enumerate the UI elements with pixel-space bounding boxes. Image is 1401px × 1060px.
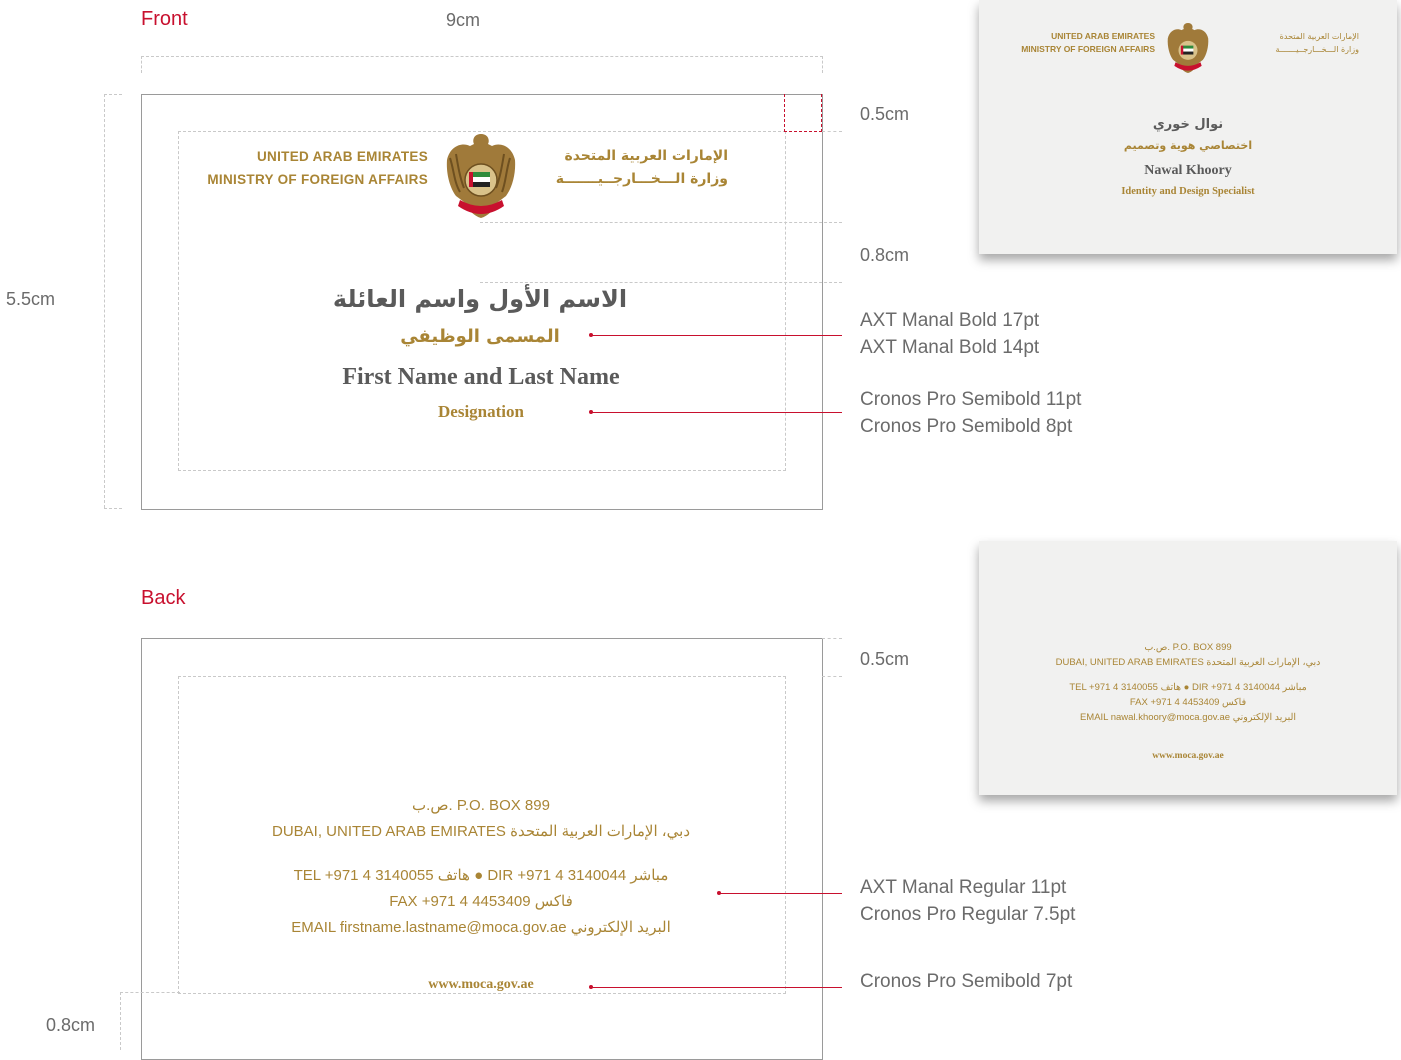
spec-english-fonts: Cronos Pro Semibold 11pt Cronos Pro Semi… <box>860 386 1081 440</box>
sample-brand-en-line2: MINISTRY OF FOREIGN AFFAIRS <box>1021 44 1155 54</box>
back-city: DUBAI, UNITED ARAB EMIRATES دبي، الإمارا… <box>271 823 690 840</box>
gap-guide-top <box>480 222 842 223</box>
back-email: EMAIL firstname.lastname@moca.gov.ae الب… <box>291 919 671 936</box>
spec-line3: Cronos Pro Semibold 11pt <box>860 389 1082 410</box>
brand-ar-block: الإمارات العربية المتحدة وزارة الـــخـــ… <box>532 145 728 191</box>
height-guide-line <box>104 94 105 508</box>
brand-ar-line2: وزارة الـــخـــارجــيـــــــة <box>555 171 728 187</box>
back-spec-address-fonts: AXT Manal Regular 11pt Cronos Pro Regula… <box>860 874 1075 928</box>
sample-brand-ar-line2: وزارة الـــخـــارجــيـــــــة <box>1275 45 1359 54</box>
back-fax: FAX +971 4 4453409 فاكس <box>389 893 573 910</box>
sample-brand-en: UNITED ARAB EMIRATES MINISTRY OF FOREIGN… <box>979 30 1155 56</box>
back-tel: TEL +971 4 3140055 هاتف ● DIR +971 4 314… <box>293 867 669 884</box>
title-arabic: المسمى الوظيفي <box>400 326 560 347</box>
sample-back-tel: TEL +971 4 3140055 هاتف ● DIR +971 4 314… <box>1069 682 1307 693</box>
sample-name-arabic: نوال خوري <box>1152 117 1224 132</box>
brand-ar-line1: الإمارات العربية المتحدة <box>564 148 728 164</box>
height-guide-top <box>104 94 122 95</box>
back-bottom-margin-dimension: 0.8cm <box>46 1015 96 1035</box>
back-bottom-guide-v <box>120 992 121 1050</box>
sample-back-city: DUBAI, UNITED ARAB EMIRATES دبي، الإمارا… <box>1055 657 1321 668</box>
brand-en-line1: UNITED ARAB EMIRATES <box>257 149 428 164</box>
sample-brand-ar-line1: الإمارات العربية المتحدة <box>1279 32 1359 41</box>
back-top-guide-2 <box>822 676 842 677</box>
back-label: Back <box>141 587 186 609</box>
gap-guide-bottom <box>480 282 842 283</box>
back-top-margin-dimension: 0.5cm <box>860 649 910 669</box>
back-spec-line-web <box>592 987 842 988</box>
sample-emblem-icon <box>1167 23 1209 73</box>
name-arabic: الاسم الأول واسم العائلة <box>332 285 628 313</box>
back-spec-line1: AXT Manal Regular 11pt <box>860 877 1067 898</box>
spec-line4: Cronos Pro Semibold 8pt <box>860 416 1073 437</box>
name-english: First Name and Last Name <box>342 364 620 390</box>
sample-back-fax: FAX +971 4 4453409 فاكس <box>1129 697 1247 708</box>
margin-marker <box>784 94 822 132</box>
sample-title-arabic: اختصاصي هوية وتصميم <box>1123 139 1253 152</box>
back-top-guide-1 <box>822 638 842 639</box>
top-margin-guide <box>822 131 842 132</box>
spec-line-arabic <box>592 335 842 336</box>
sample-back-website: www.moca.gov.ae <box>1152 751 1224 761</box>
top-margin-dimension: 0.5cm <box>860 104 910 124</box>
height-dimension: 5.5cm <box>6 289 56 309</box>
bleed-guide <box>141 56 823 73</box>
sample-back-po-box: ص.ب. P.O. BOX 899 <box>1144 642 1232 653</box>
height-guide-bottom <box>104 508 122 509</box>
uae-emblem-icon <box>446 134 516 218</box>
front-label: Front <box>141 8 188 30</box>
back-bottom-guide <box>120 992 180 993</box>
spec-line-english <box>592 412 842 413</box>
sample-title-english: Identity and Design Specialist <box>1121 186 1255 197</box>
back-address-block: ص.ب. P.O. BOX 899 DUBAI, UNITED ARAB EMI… <box>180 793 782 941</box>
sample-name-english: Nawal Khoory <box>1144 163 1232 178</box>
spec-arabic-fonts: AXT Manal Bold 17pt AXT Manal Bold 14pt <box>860 307 1039 361</box>
back-spec-line-address <box>720 893 842 894</box>
sample-brand-ar: الإمارات العربية المتحدة وزارة الـــخـــ… <box>1219 30 1359 56</box>
sample-back-address: ص.ب. P.O. BOX 899 DUBAI, UNITED ARAB EMI… <box>979 640 1397 725</box>
title-english: Designation <box>438 402 524 421</box>
sample-brand-en-line1: UNITED ARAB EMIRATES <box>1051 31 1155 41</box>
back-spec-web-font: Cronos Pro Semibold 7pt <box>860 971 1073 992</box>
back-spec-line2: Cronos Pro Regular 7.5pt <box>860 904 1076 925</box>
back-website: www.moca.gov.ae <box>380 977 582 993</box>
front-sample-card: UNITED ARAB EMIRATES MINISTRY OF FOREIGN… <box>979 0 1397 254</box>
back-sample-card: ص.ب. P.O. BOX 899 DUBAI, UNITED ARAB EMI… <box>979 541 1397 795</box>
spec-line1: AXT Manal Bold 17pt <box>860 310 1040 331</box>
back-po-box: ص.ب. P.O. BOX 899 <box>412 797 550 814</box>
sample-back-email: EMAIL nawal.khoory@moca.gov.ae البريد ال… <box>1079 712 1297 723</box>
width-dimension: 9cm <box>446 10 481 30</box>
brand-en-line2: MINISTRY OF FOREIGN AFFAIRS <box>207 172 428 187</box>
gap-dimension: 0.8cm <box>860 245 910 265</box>
brand-en-block: UNITED ARAB EMIRATES MINISTRY OF FOREIGN… <box>180 145 428 191</box>
spec-line2: AXT Manal Bold 14pt <box>860 337 1040 358</box>
